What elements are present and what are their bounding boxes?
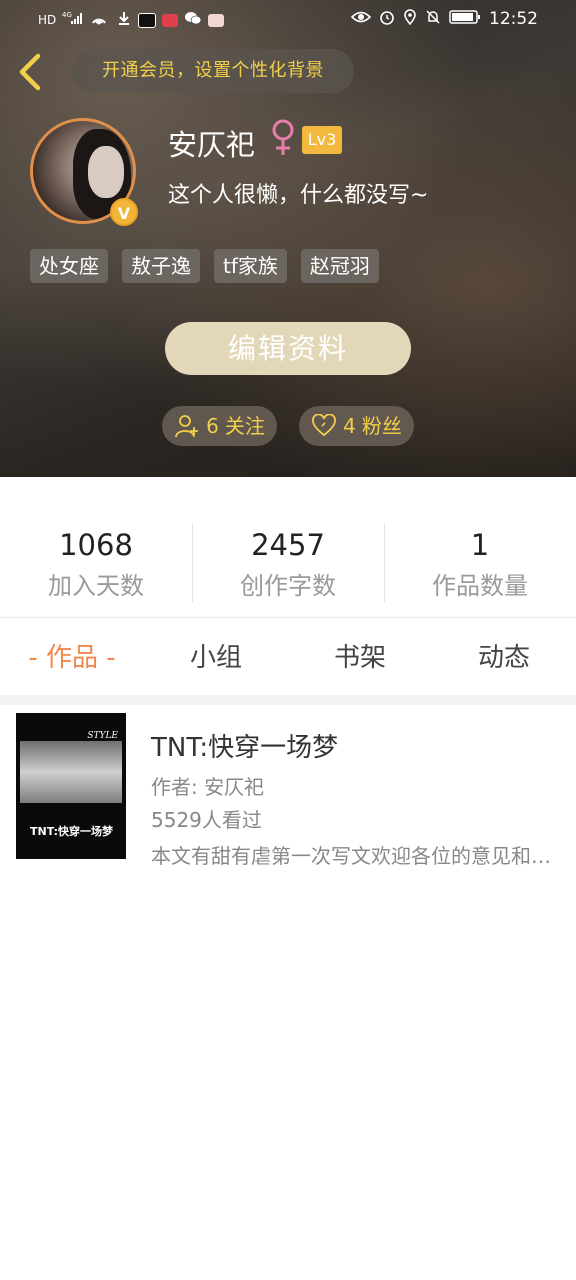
eye-icon xyxy=(350,10,372,28)
location-icon xyxy=(403,9,417,29)
stat-label: 创作字数 xyxy=(240,572,336,600)
status-bar: HD 4G 12:52 xyxy=(0,0,576,38)
svg-text:4G: 4G xyxy=(62,11,72,19)
vip-banner[interactable]: 开通会员，设置个性化背景 xyxy=(72,49,354,93)
female-icon xyxy=(272,119,294,155)
cover-title: TNT:快穿一场梦 xyxy=(30,825,114,838)
hotspot-icon xyxy=(90,10,110,30)
hd-icon: HD xyxy=(38,13,57,27)
add-user-icon xyxy=(175,415,199,438)
stat-value: 1 xyxy=(470,528,490,562)
tag-list: 处女座 敖子逸 tf家族 赵冠羽 xyxy=(30,249,379,283)
work-card[interactable]: STYLE TNT:快穿一场梦 TNT:快穿一场梦 作者: 安仄祀 5529人看… xyxy=(8,705,568,873)
fans-label: 粉丝 xyxy=(361,414,402,438)
book-description: 本文有甜有虐第一次写文欢迎各位的意见和建议 xyxy=(151,844,551,868)
app-badge-icon xyxy=(208,13,225,27)
stat-word-count: 2457 创作字数 xyxy=(192,520,384,604)
tag[interactable]: 处女座 xyxy=(30,249,108,283)
verified-badge: V xyxy=(110,198,138,226)
section-separator xyxy=(0,695,576,705)
heart-icon xyxy=(312,414,337,437)
back-button[interactable] xyxy=(14,52,50,92)
tag[interactable]: 敖子逸 xyxy=(122,249,200,283)
tag[interactable]: tf家族 xyxy=(214,249,287,283)
stat-join-days: 1068 加入天数 xyxy=(0,520,192,604)
stat-works-count: 1 作品数量 xyxy=(384,520,576,604)
tab-groups[interactable]: 小组 xyxy=(144,618,288,695)
book-author: 作者: 安仄祀 xyxy=(151,775,265,799)
tag[interactable]: 赵冠羽 xyxy=(300,249,379,283)
stats-row: 1068 加入天数 2457 创作字数 1 作品数量 xyxy=(0,520,576,604)
fans-count: 4 xyxy=(343,414,356,438)
bio: 这个人很懒，什么都没写~ xyxy=(168,183,429,208)
stat-label: 加入天数 xyxy=(48,572,144,600)
book-views: 5529人看过 xyxy=(151,808,262,832)
level-badge: Lv3 xyxy=(302,126,342,154)
cover-style-text: STYLE xyxy=(87,731,118,741)
following-label: 关注 xyxy=(224,414,265,438)
signal-icon: 4G xyxy=(62,11,84,29)
tab-activity[interactable]: 动态 xyxy=(432,618,576,695)
profile-header: HD 4G 12:52 开通会员，设置个性化背景 V 安仄祀 Lv3 这个人很懒… xyxy=(0,0,576,477)
download-icon xyxy=(116,10,132,30)
stat-label: 作品数量 xyxy=(432,572,528,600)
mute-bell-icon xyxy=(425,9,441,29)
book-title[interactable]: TNT:快穿一场梦 xyxy=(151,727,338,764)
chevron-left-icon xyxy=(19,53,41,91)
following-button[interactable]: 6 关注 xyxy=(162,406,277,446)
edit-profile-button[interactable]: 编辑资料 xyxy=(165,322,411,375)
tab-bookshelf[interactable]: 书架 xyxy=(288,618,432,695)
following-count: 6 xyxy=(206,414,219,438)
fans-button[interactable]: 4 粉丝 xyxy=(299,406,414,446)
book-cover[interactable]: STYLE TNT:快穿一场梦 xyxy=(16,713,126,859)
battery-icon xyxy=(449,9,481,29)
tiktok-icon xyxy=(138,12,157,28)
alarm-icon xyxy=(379,9,395,29)
wechat-icon xyxy=(184,11,202,29)
tab-bar: - 作品 - 小组 书架 动态 xyxy=(0,618,576,695)
username: 安仄祀 xyxy=(168,128,256,162)
app-notification-icon xyxy=(162,13,179,27)
tab-works[interactable]: - 作品 - xyxy=(0,618,144,695)
stat-value: 2457 xyxy=(251,528,325,562)
clock: 12:52 xyxy=(489,9,538,29)
stat-value: 1068 xyxy=(59,528,133,562)
